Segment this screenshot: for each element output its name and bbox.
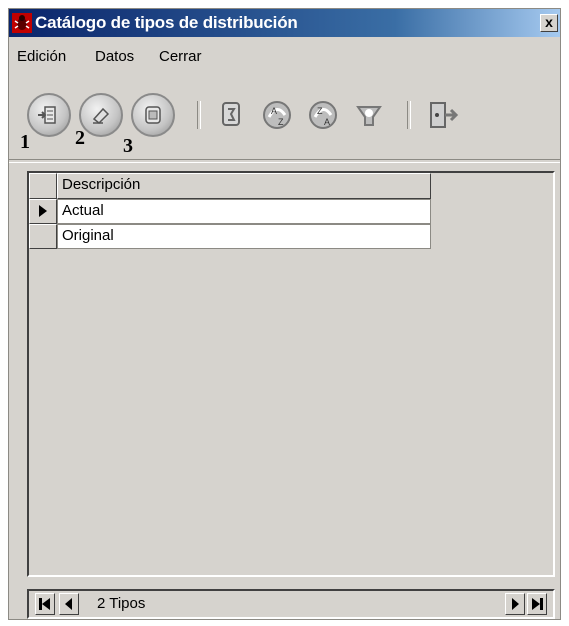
filter-button[interactable] bbox=[213, 97, 249, 133]
svg-text:Z: Z bbox=[317, 106, 323, 116]
sort-ascending-button[interactable]: A Z bbox=[259, 97, 295, 133]
delete-button[interactable] bbox=[131, 93, 175, 137]
exit-door-icon bbox=[430, 102, 459, 128]
record-navigator: 2 Tipos bbox=[27, 589, 555, 619]
search-button[interactable] bbox=[351, 97, 387, 133]
column-header-descripcion[interactable]: Descripción bbox=[57, 173, 431, 199]
exit-button[interactable] bbox=[421, 95, 461, 135]
title-bar[interactable]: Catálogo de tipos de distribución x bbox=[9, 9, 560, 37]
svg-text:Z: Z bbox=[278, 117, 284, 127]
callout-3: 3 bbox=[123, 135, 133, 157]
sort-descending-button[interactable]: Z A bbox=[305, 97, 341, 133]
bug-app-icon bbox=[12, 13, 32, 33]
eraser-edit-icon bbox=[92, 107, 110, 125]
column-header-label: Descripción bbox=[62, 176, 141, 193]
svg-text:A: A bbox=[324, 117, 330, 127]
table-row[interactable]: Actual bbox=[57, 199, 431, 224]
first-record-button[interactable] bbox=[35, 593, 55, 615]
table-row[interactable]: Original bbox=[57, 224, 431, 249]
record-count: 2 Tipos bbox=[97, 595, 146, 612]
window-title: Catálogo de tipos de distribución bbox=[35, 13, 298, 32]
close-icon: x bbox=[545, 14, 553, 30]
toolbar-divider bbox=[9, 159, 560, 163]
callout-1: 1 bbox=[20, 131, 30, 153]
last-record-button[interactable] bbox=[527, 593, 547, 615]
next-record-icon bbox=[512, 598, 519, 610]
menu-cerrar[interactable]: Cerrar bbox=[159, 48, 202, 65]
insert-record-icon bbox=[38, 106, 56, 124]
previous-record-button[interactable] bbox=[59, 593, 79, 615]
menu-bar: Edición Datos Cerrar bbox=[9, 45, 560, 69]
current-row-arrow-icon bbox=[39, 205, 47, 217]
row-indicator[interactable] bbox=[29, 224, 57, 249]
sort-ascending-icon: A Z bbox=[263, 101, 291, 129]
cell-descripcion: Actual bbox=[62, 202, 104, 219]
funnel-search-icon bbox=[356, 106, 382, 126]
svg-text:A: A bbox=[271, 106, 277, 116]
edit-button[interactable] bbox=[79, 93, 123, 137]
first-record-icon bbox=[39, 598, 50, 610]
delete-record-icon bbox=[145, 106, 161, 124]
cell-descripcion: Original bbox=[62, 227, 114, 244]
close-button[interactable]: x bbox=[540, 14, 558, 32]
toolbar: 1 2 3 A Z Z A bbox=[9, 87, 560, 157]
toolbar-separator bbox=[197, 101, 201, 129]
menu-edicion[interactable]: Edición bbox=[17, 48, 66, 65]
previous-record-icon bbox=[65, 598, 72, 610]
next-record-button[interactable] bbox=[505, 593, 525, 615]
grid-corner bbox=[29, 173, 57, 199]
menu-datos[interactable]: Datos bbox=[95, 48, 134, 65]
last-record-icon bbox=[532, 598, 543, 610]
callout-2: 2 bbox=[75, 127, 85, 149]
sort-descending-icon: Z A bbox=[309, 101, 337, 129]
row-indicator[interactable] bbox=[29, 199, 57, 224]
catalog-window: Catálogo de tipos de distribución x Edic… bbox=[8, 8, 561, 620]
toolbar-separator-2 bbox=[407, 101, 411, 129]
data-grid[interactable]: Descripción Actual Original bbox=[27, 171, 555, 577]
document-filter-icon bbox=[222, 102, 240, 126]
insert-button[interactable] bbox=[27, 93, 71, 137]
